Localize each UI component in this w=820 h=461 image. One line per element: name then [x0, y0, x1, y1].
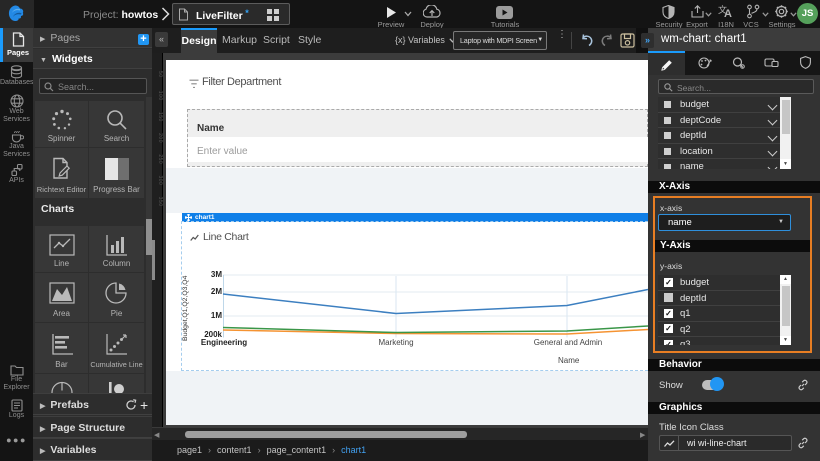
- svg-text:A: A: [724, 8, 732, 18]
